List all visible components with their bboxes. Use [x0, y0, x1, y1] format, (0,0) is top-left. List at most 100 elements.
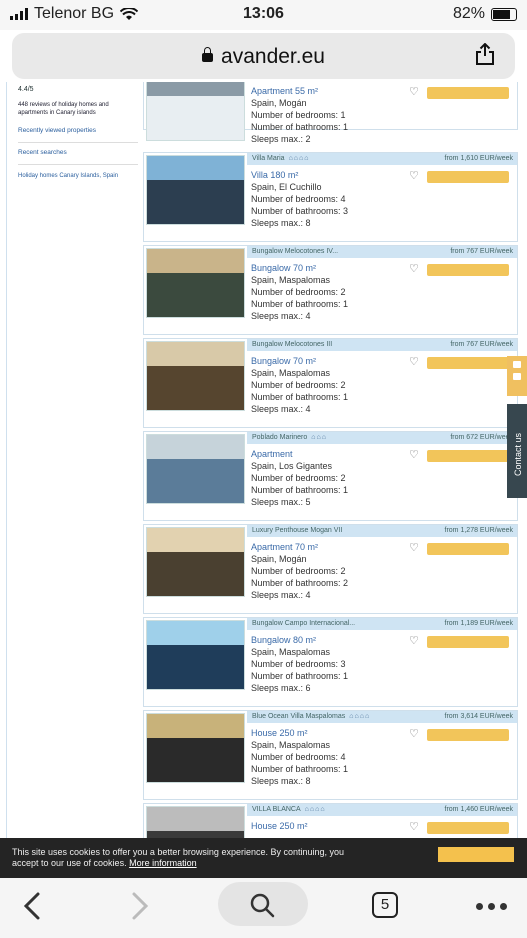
star-rating: ⌂⌂⌂	[311, 434, 327, 441]
url-text: avander.eu	[221, 45, 325, 68]
listing-location: Spain, Maspalomas	[251, 647, 331, 657]
tabs-button[interactable]: 5	[372, 892, 398, 918]
star-rating: ⌂⌂⌂⌂	[304, 806, 326, 813]
cookie-accept-button[interactable]	[438, 847, 514, 862]
view-details-button[interactable]	[427, 264, 509, 276]
back-icon[interactable]	[14, 886, 54, 926]
listing-name[interactable]: Bungalow Campo Internacional...	[252, 620, 355, 627]
view-details-button[interactable]	[427, 636, 509, 648]
favorite-heart-icon[interactable]: ♡	[409, 264, 419, 275]
property-photo[interactable]	[146, 155, 245, 225]
view-details-button[interactable]	[427, 171, 509, 183]
listing-bedrooms: Number of bedrooms: 3	[251, 659, 346, 669]
listing-bedrooms: Number of bedrooms: 2	[251, 566, 346, 576]
listing-header: Bungalow Campo Internacional... from 1,1…	[247, 618, 517, 630]
listing-bathrooms: Number of bathrooms: 1	[251, 764, 349, 774]
property-photo[interactable]	[146, 713, 245, 783]
favorite-heart-icon[interactable]: ♡	[409, 171, 419, 182]
listing-type: Apartment	[251, 449, 293, 459]
listing-card[interactable]: Poblado Marinero ⌂⌂⌂ from 672 EUR/week Ap…	[143, 431, 518, 521]
listing-name[interactable]: Poblado Marinero	[252, 434, 307, 441]
url-display: avander.eu	[12, 45, 515, 69]
property-photo[interactable]	[146, 806, 245, 838]
listing-sleeps: Sleeps max.: 4	[251, 404, 311, 414]
listing-sleeps: Sleeps max.: 2	[251, 134, 311, 144]
property-photo[interactable]	[146, 248, 245, 318]
listing-location: Spain, Maspalomas	[251, 740, 331, 750]
listing-location: Spain, El Cuchillo	[251, 182, 322, 192]
more-menu-icon[interactable]	[476, 903, 507, 910]
listing-title-wrap: Luxury Penthouse Mogan VII	[252, 527, 346, 534]
listing-card[interactable]: Bungalow Melocotones IV... from 767 EUR/…	[143, 245, 518, 335]
listing-price: from 3,614 EUR/week	[444, 713, 513, 720]
property-photo[interactable]	[146, 434, 245, 504]
favorite-heart-icon[interactable]: ♡	[409, 822, 419, 833]
more-info-link[interactable]: More information	[129, 858, 197, 868]
listing-name[interactable]: Villa Maria	[252, 155, 285, 162]
listing-location: Spain, Los Gigantes	[251, 461, 333, 471]
listing-card[interactable]: Luxury Penthouse Mogan VII from 1,278 EU…	[143, 524, 518, 614]
recently-viewed-link[interactable]: Recently viewed properties	[18, 127, 138, 134]
listing-card[interactable]: Bungalow Melocotones III from 767 EUR/we…	[143, 338, 518, 428]
contact-tab[interactable]: Contact us	[507, 404, 527, 498]
listing-type: House 250 m²	[251, 821, 308, 831]
browser-toolbar: 5	[0, 878, 527, 938]
listing-header: Bungalow Melocotones IV... from 767 EUR/…	[247, 246, 517, 258]
listing-header: Bungalow Melocotones III from 767 EUR/we…	[247, 339, 517, 351]
favorite-heart-icon[interactable]: ♡	[409, 357, 419, 368]
listing-price: from 1,610 EUR/week	[444, 155, 513, 162]
listing-card[interactable]: Bungalow Campo Internacional... from 1,1…	[143, 617, 518, 707]
listing-name[interactable]: Bungalow Melocotones IV...	[252, 248, 338, 255]
listing-name[interactable]: VILLA BLANCA	[252, 806, 301, 813]
listing-card[interactable]: VILLA BLANCA ⌂⌂⌂⌂ from 1,460 EUR/week Hou…	[143, 803, 518, 838]
favorite-heart-icon[interactable]: ♡	[409, 87, 419, 98]
listing-bathrooms: Number of bathrooms: 1	[251, 485, 349, 495]
listing-header: Poblado Marinero ⌂⌂⌂ from 672 EUR/week	[247, 432, 517, 444]
listing-name[interactable]: Luxury Penthouse Mogan VII	[252, 527, 342, 534]
recent-search-link[interactable]: Holiday homes Canary Islands, Spain	[18, 173, 138, 179]
favorite-heart-icon[interactable]: ♡	[409, 636, 419, 647]
favorite-heart-icon[interactable]: ♡	[409, 543, 419, 554]
listing-price: from 767 EUR/week	[450, 341, 513, 348]
recent-searches-heading: Recent searches	[18, 149, 67, 156]
favorite-heart-icon[interactable]: ♡	[409, 450, 419, 461]
view-details-button[interactable]	[427, 543, 509, 555]
property-photo[interactable]	[146, 341, 245, 411]
divider	[18, 142, 138, 143]
favorites-tab[interactable]	[507, 356, 527, 396]
listing-card[interactable]: Apartment 55 m² Spain, Mogán Number of b…	[143, 82, 518, 144]
listing-price: from 767 EUR/week	[450, 248, 513, 255]
share-icon[interactable]	[475, 43, 495, 65]
listing-title-wrap: Villa Maria ⌂⌂⌂⌂	[252, 155, 309, 162]
forward-icon[interactable]	[118, 886, 158, 926]
listing-name[interactable]: Blue Ocean Villa Maspalomas	[252, 713, 345, 720]
listing-bathrooms: Number of bathrooms: 1	[251, 299, 349, 309]
listing-card[interactable]: Blue Ocean Villa Maspalomas ⌂⌂⌂⌂ from 3,6…	[143, 710, 518, 800]
property-photo[interactable]	[146, 620, 245, 690]
listing-title-wrap: Bungalow Campo Internacional...	[252, 620, 359, 627]
web-page: 4.4/5 448 reviews of holiday homes and a…	[0, 82, 527, 838]
listing-info: Bungalow 70 m² Spain, Maspalomas Number …	[251, 355, 348, 415]
listing-type: Bungalow 80 m²	[251, 635, 317, 645]
search-button[interactable]	[218, 882, 308, 926]
listing-card[interactable]: Villa Maria ⌂⌂⌂⌂ from 1,610 EUR/week Vill…	[143, 152, 518, 242]
listing-sleeps: Sleeps max.: 8	[251, 776, 311, 786]
view-details-button[interactable]	[427, 822, 509, 834]
favorite-heart-icon[interactable]: ♡	[409, 729, 419, 740]
battery-info: 82%	[453, 5, 517, 23]
list-icon	[513, 373, 521, 380]
listing-info: Apartment 70 m² Spain, Mogán Number of b…	[251, 541, 348, 601]
rating-value: 4.4/5	[18, 86, 34, 93]
view-details-button[interactable]	[427, 87, 509, 99]
listing-bedrooms: Number of bedrooms: 1	[251, 110, 346, 120]
address-bar[interactable]: avander.eu	[12, 33, 515, 79]
property-photo[interactable]	[146, 82, 245, 141]
view-details-button[interactable]	[427, 450, 509, 462]
view-details-button[interactable]	[427, 729, 509, 741]
view-details-button[interactable]	[427, 357, 509, 369]
sidebar: 4.4/5 448 reviews of holiday homes and a…	[18, 82, 138, 179]
property-photo[interactable]	[146, 527, 245, 597]
listing-info: Apartment 55 m² Spain, Mogán Number of b…	[251, 85, 348, 145]
listing-price: from 1,189 EUR/week	[444, 620, 513, 627]
listing-name[interactable]: Bungalow Melocotones III	[252, 341, 332, 348]
